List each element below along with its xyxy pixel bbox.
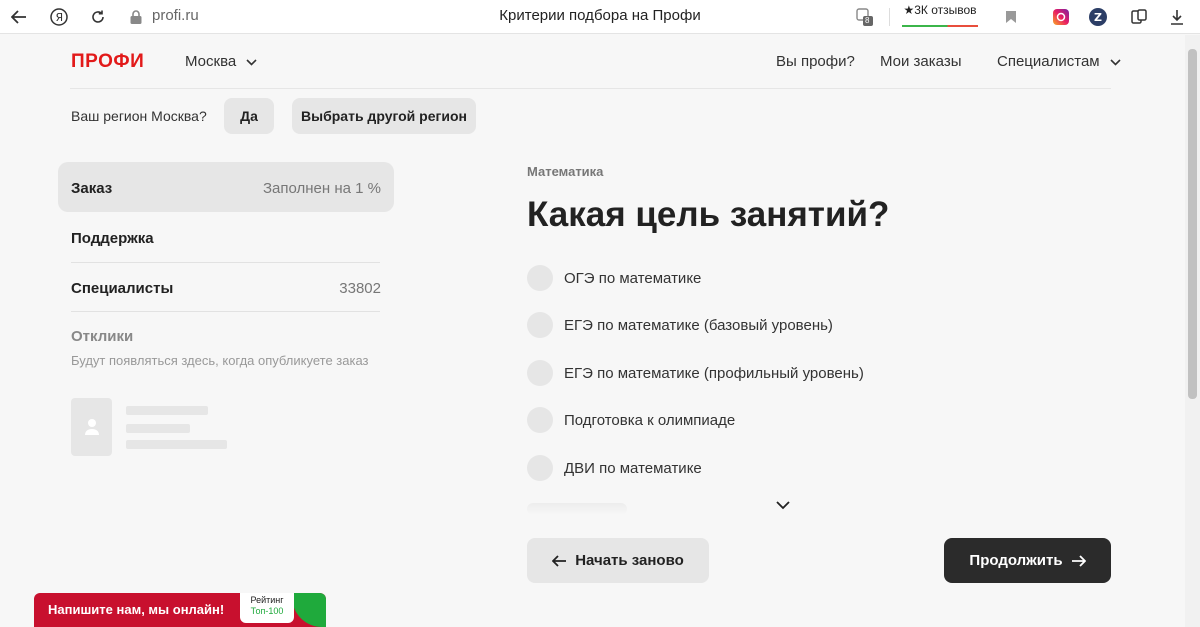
header-divider <box>70 88 1111 89</box>
chevron-down-icon[interactable] <box>772 497 794 513</box>
badge-green-corner <box>292 593 326 627</box>
badge-line1: Рейтинг <box>250 595 284 605</box>
sidebar-divider <box>71 262 380 263</box>
more-options-fade <box>527 503 627 515</box>
option-olympiad[interactable]: Подготовка к олимпиаде <box>527 407 1087 433</box>
restart-button[interactable]: Начать заново <box>527 538 709 583</box>
address-bar-url[interactable]: profi.ru <box>152 7 199 24</box>
continue-label: Продолжить <box>969 552 1063 569</box>
skeleton-line <box>126 406 208 415</box>
choose-region-button[interactable]: Выбрать другой регион <box>292 98 476 134</box>
skeleton-line <box>126 440 227 449</box>
chat-widget[interactable]: Напишите нам, мы онлайн! Рейтинг Топ-100 <box>34 593 326 627</box>
yandex-logo-icon[interactable]: Я <box>49 7 69 27</box>
option-label: ОГЭ по математике <box>564 269 702 287</box>
option-label: ЕГЭ по математике (базовый уровень) <box>564 316 833 334</box>
chat-label: Напишите нам, мы онлайн! <box>48 602 225 617</box>
option-label: ЕГЭ по математике (профильный уровень) <box>564 364 864 382</box>
radio-button[interactable] <box>527 312 553 338</box>
option-ege-profile[interactable]: ЕГЭ по математике (профильный уровень) <box>527 360 1087 386</box>
responses-title: Отклики <box>71 328 134 345</box>
rating-badge[interactable]: Рейтинг Топ-100 <box>240 593 326 627</box>
profi-logo[interactable]: ПРОФИ <box>71 51 144 73</box>
nav-my-orders[interactable]: Мои заказы <box>880 53 962 70</box>
nav-for-specialists[interactable]: Специалистам <box>997 53 1121 70</box>
responses-subtitle: Будут появляться здесь, когда опубликует… <box>71 353 369 368</box>
radio-button[interactable] <box>527 455 553 481</box>
browser-toolbar: Я profi.ru Критерии подбора на Профи 8 ★… <box>0 0 1200 34</box>
option-label: Подготовка к олимпиаде <box>564 411 736 429</box>
subject-label: Математика <box>527 164 604 179</box>
reviews-rating-bar <box>902 25 978 27</box>
option-ege-basic[interactable]: ЕГЭ по математике (базовый уровень) <box>527 312 1087 338</box>
region-yes-button[interactable]: Да <box>224 98 274 134</box>
order-progress: Заполнен на 1 % <box>262 180 381 197</box>
page-scrollbar[interactable] <box>1185 35 1200 627</box>
region-question: Ваш регион Москва? <box>71 108 207 124</box>
extension-instagram-icon[interactable] <box>1051 7 1071 27</box>
question-title: Какая цель занятий? <box>527 195 890 234</box>
notification-count: 8 <box>865 16 870 25</box>
restart-label: Начать заново <box>575 552 684 569</box>
avatar-placeholder <box>71 398 112 456</box>
back-arrow-icon[interactable] <box>9 7 29 27</box>
continue-button[interactable]: Продолжить <box>944 538 1111 583</box>
extension-z-icon[interactable]: Z <box>1088 7 1108 27</box>
collections-icon[interactable] <box>1129 7 1149 27</box>
skeleton-line <box>126 424 190 433</box>
reviews-label: ★3К отзывов <box>903 3 977 17</box>
scrollbar-thumb[interactable] <box>1188 49 1197 399</box>
nav-are-you-pro[interactable]: Вы профи? <box>776 53 855 70</box>
protect-icon[interactable]: 8 <box>855 7 875 27</box>
reviews-widget[interactable]: ★3К отзывов <box>900 3 980 27</box>
chevron-down-icon <box>246 58 257 66</box>
radio-button[interactable] <box>527 360 553 386</box>
arrow-right-icon <box>1071 554 1086 567</box>
svg-text:Я: Я <box>56 11 64 24</box>
specialists-count: 33802 <box>339 280 381 297</box>
radio-button[interactable] <box>527 265 553 291</box>
svg-text:Z: Z <box>1094 11 1102 24</box>
sidebar-item-specialists[interactable]: Специалисты <box>71 280 173 297</box>
nav-for-specialists-label: Специалистам <box>997 53 1100 70</box>
page-content: ПРОФИ Москва Вы профи? Мои заказы Специа… <box>0 35 1185 627</box>
city-label: Москва <box>185 53 237 70</box>
chevron-down-icon <box>1110 58 1121 66</box>
radio-button[interactable] <box>527 407 553 433</box>
badge-white-label: Рейтинг Топ-100 <box>240 593 294 623</box>
option-label: ДВИ по математике <box>564 459 702 477</box>
option-oge[interactable]: ОГЭ по математике <box>527 265 1087 291</box>
option-dvi[interactable]: ДВИ по математике <box>527 455 1087 481</box>
bookmark-icon[interactable] <box>1001 7 1021 27</box>
toolbar-separator <box>889 8 890 26</box>
order-label: Заказ <box>71 180 113 197</box>
lock-icon[interactable] <box>126 7 146 27</box>
badge-line2: Топ-100 <box>250 606 284 616</box>
city-selector[interactable]: Москва <box>185 53 257 70</box>
sidebar-divider <box>71 311 380 312</box>
download-icon[interactable] <box>1167 7 1187 27</box>
arrow-left-icon <box>552 554 567 567</box>
reload-icon[interactable] <box>88 7 108 27</box>
sidebar-item-support[interactable]: Поддержка <box>71 230 154 247</box>
user-icon <box>84 419 99 435</box>
